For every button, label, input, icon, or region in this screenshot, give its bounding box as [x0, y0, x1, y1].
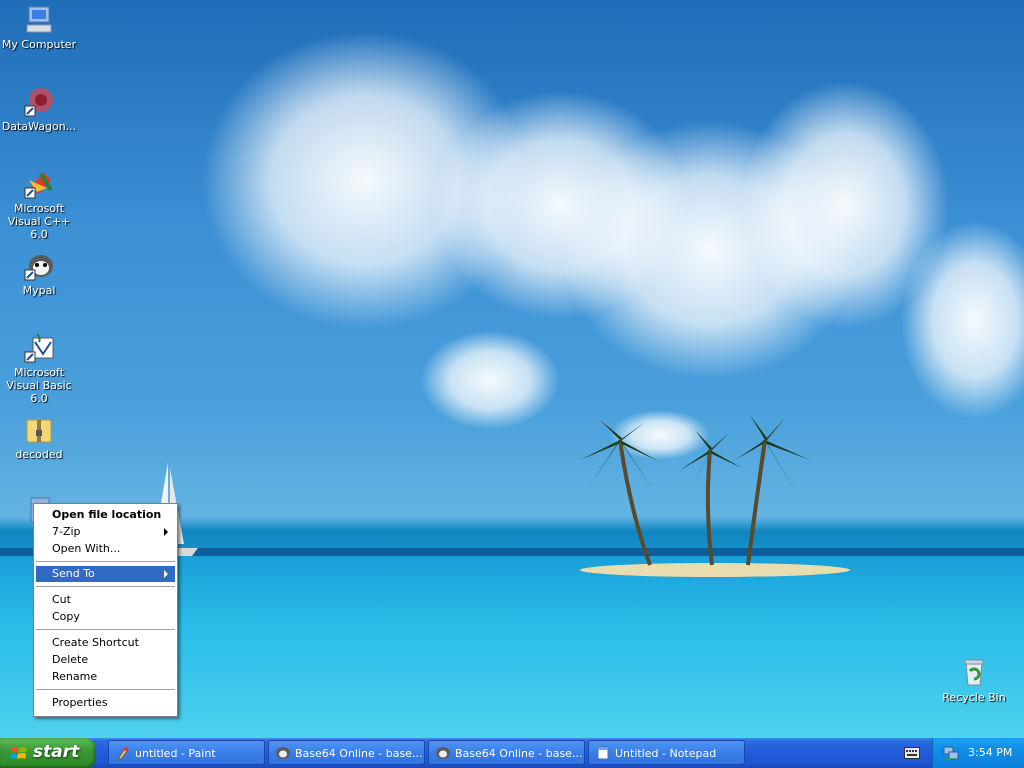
- menu-separator: [36, 561, 175, 562]
- icon-label: decoded: [15, 448, 63, 461]
- menu-item-delete[interactable]: Delete: [36, 652, 175, 668]
- icon-label: DataWagon...: [1, 120, 77, 133]
- menu-separator: [36, 586, 175, 587]
- submenu-arrow-icon: [164, 528, 168, 536]
- submenu-arrow-icon: [164, 570, 168, 578]
- taskbar-button-base64-2[interactable]: Base64 Online - base...: [428, 740, 585, 765]
- computer-icon: [23, 4, 55, 36]
- start-label: start: [33, 742, 80, 762]
- menu-item-properties[interactable]: Properties: [36, 695, 175, 711]
- menu-item-cut[interactable]: Cut: [36, 592, 175, 608]
- palm-trees-icon: [580, 415, 810, 566]
- menu-item-open-file-location[interactable]: Open file location: [36, 507, 175, 523]
- cloud: [420, 330, 560, 430]
- task-label: Untitled - Notepad: [615, 747, 717, 760]
- desktop-icon-my-computer[interactable]: My Computer: [0, 4, 78, 51]
- menu-item-create-shortcut[interactable]: Create Shortcut: [36, 635, 175, 651]
- menu-separator: [36, 689, 175, 690]
- mypal-icon: [276, 747, 290, 759]
- taskbar: start untitled - Paint Base64 Online - b…: [0, 738, 1024, 768]
- icon-label: Microsoft Visual C++ 6.0: [7, 202, 71, 241]
- desktop-icon-decoded[interactable]: decoded: [0, 414, 78, 461]
- network-icon[interactable]: [943, 745, 959, 761]
- clock[interactable]: 3:54 PM: [968, 746, 1012, 759]
- menu-item-label: Send To: [52, 567, 95, 580]
- menu-item-7zip[interactable]: 7-Zip: [36, 524, 175, 540]
- taskbar-button-paint[interactable]: untitled - Paint: [108, 740, 265, 765]
- context-menu: Open file location 7-Zip Open With... Se…: [33, 503, 178, 717]
- desktop-icon-mypal[interactable]: Mypal: [0, 250, 78, 297]
- menu-item-label: 7-Zip: [52, 525, 81, 538]
- task-label: Base64 Online - base...: [455, 747, 583, 760]
- desktop-icon-datawagon[interactable]: DataWagon...: [0, 86, 78, 133]
- paint-icon: [117, 747, 129, 760]
- recycle-bin-icon: [958, 657, 990, 689]
- menu-separator: [36, 629, 175, 630]
- icon-label: Recycle Bin: [942, 691, 1006, 704]
- desktop-icon-visual-basic[interactable]: Microsoft Visual Basic 6.0: [0, 332, 78, 405]
- windows-logo-icon: [10, 747, 27, 759]
- task-label: Base64 Online - base...: [295, 747, 423, 760]
- visual-cpp-icon: [23, 168, 55, 200]
- start-button[interactable]: start: [0, 738, 96, 768]
- visual-basic-icon: [23, 332, 55, 364]
- icon-label: Microsoft Visual Basic 6.0: [6, 366, 72, 405]
- task-label: untitled - Paint: [135, 747, 216, 760]
- icon-label: Mypal: [22, 284, 56, 297]
- menu-item-copy[interactable]: Copy: [36, 609, 175, 625]
- desktop-icon-visual-cpp[interactable]: Microsoft Visual C++ 6.0: [0, 168, 78, 241]
- mypal-icon: [436, 747, 450, 759]
- icon-label: My Computer: [1, 38, 77, 51]
- datawagon-icon: [23, 86, 55, 118]
- menu-item-send-to[interactable]: Send To: [36, 566, 175, 582]
- mypal-icon: [23, 250, 55, 282]
- menu-item-open-with[interactable]: Open With...: [36, 541, 175, 557]
- desktop-wallpaper: My Computer DataWagon... Microsoft Visua…: [0, 0, 1024, 738]
- menu-item-rename[interactable]: Rename: [36, 669, 175, 685]
- desktop-icon-recycle-bin[interactable]: Recycle Bin: [935, 657, 1013, 704]
- zip-folder-icon: [23, 414, 55, 446]
- keyboard-icon[interactable]: [904, 747, 920, 759]
- notepad-icon: [597, 746, 609, 760]
- taskbar-button-notepad[interactable]: Untitled - Notepad: [588, 740, 745, 765]
- taskbar-button-base64-1[interactable]: Base64 Online - base...: [268, 740, 425, 765]
